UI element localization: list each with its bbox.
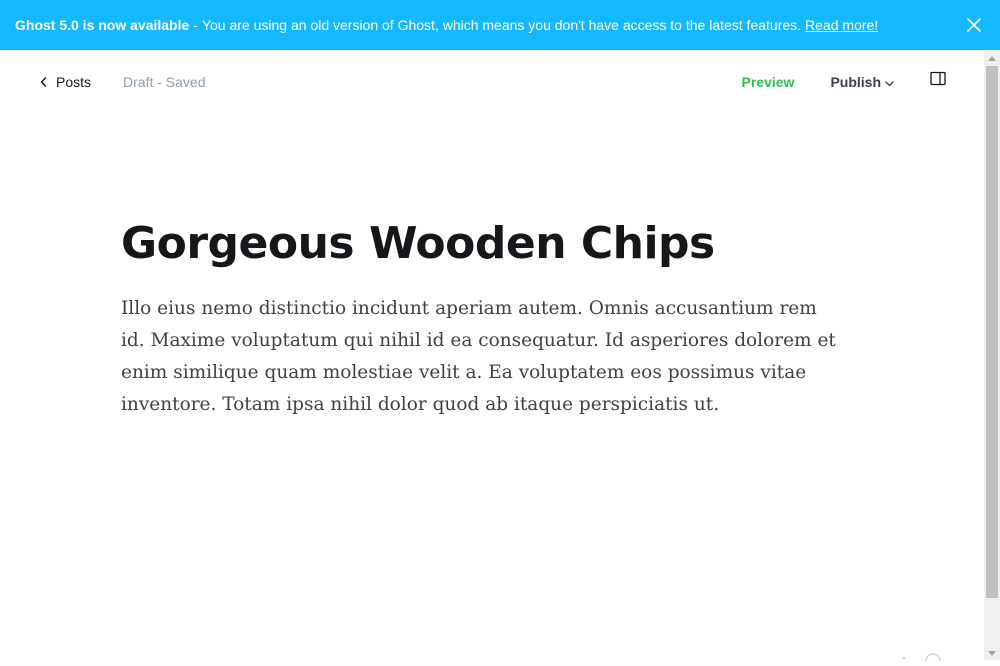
save-status: Draft - Saved [123,74,206,90]
banner-separator: - [193,17,198,33]
update-banner: Ghost 5.0 is now available - You are usi… [0,0,1000,50]
sidebar-toggle-icon[interactable] [930,71,946,87]
publish-button[interactable]: Publish [830,74,894,90]
post-editor: Posts Draft - Saved Preview Publish Gorg… [0,50,984,666]
chevron-down-icon [881,74,894,90]
editor-header-left: Posts Draft - Saved [40,74,206,90]
banner-headline: Ghost 5.0 is now available [15,17,190,33]
scroll-up-arrow-icon[interactable] [988,56,996,61]
scrollbar-thumb[interactable] [986,66,998,598]
post-body[interactable]: Illo eius nemo distinctio incidunt aperi… [121,293,841,421]
corner-icon [892,648,952,666]
back-label: Posts [56,74,92,90]
banner-read-more-link[interactable]: Read more! [805,17,878,33]
scroll-down-arrow-icon[interactable] [988,651,996,656]
chevron-left-icon [40,74,56,90]
vertical-scrollbar[interactable] [984,50,1000,660]
back-to-posts-link[interactable]: Posts [40,74,91,90]
editor-header-right: Preview Publish [742,71,947,90]
banner-message: You are using an old version of Ghost, w… [201,17,802,33]
post-title[interactable]: Gorgeous Wooden Chips [121,218,715,269]
preview-button[interactable]: Preview [742,74,795,90]
publish-label: Publish [830,74,881,90]
corner-icons [892,648,952,666]
close-icon[interactable] [966,17,982,33]
